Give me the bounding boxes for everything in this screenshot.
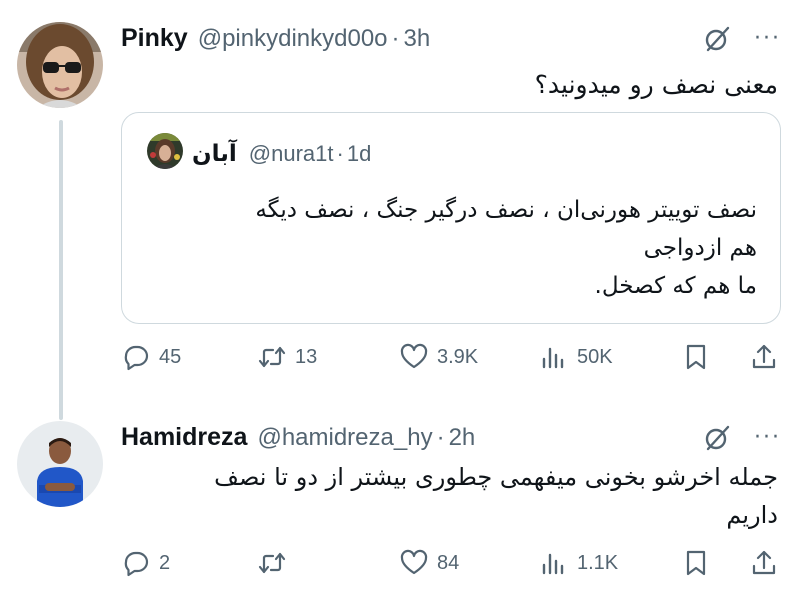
bookmark-button[interactable] [681, 543, 711, 583]
share-button[interactable] [749, 543, 779, 583]
reply-count: 45 [159, 345, 182, 368]
tweet-header: Hamidreza @hamidreza_hy · 2h [121, 422, 475, 453]
like-count: 84 [437, 551, 460, 574]
tweet-action-bar: 2 84 1.1K [121, 543, 781, 583]
quoted-avatar[interactable] [147, 133, 183, 169]
like-count: 3.9K [437, 345, 479, 368]
timestamp[interactable]: 2h [449, 423, 476, 453]
tweet-top-icons: ··· [702, 423, 781, 453]
share-icon [752, 344, 776, 369]
quoted-timestamp[interactable]: 1d [347, 141, 371, 167]
repost-icon [258, 552, 286, 574]
separator-dot: · [336, 141, 344, 166]
user-handle[interactable]: @hamidreza_hy [257, 423, 432, 453]
reply-button[interactable]: 45 [121, 337, 181, 377]
repost-button[interactable]: 13 [257, 337, 317, 377]
reply-button[interactable]: 2 [121, 543, 170, 583]
views-button[interactable]: 50K [539, 337, 613, 377]
reply-icon [124, 551, 149, 577]
views-bar-icon [542, 347, 564, 369]
views-count: 50K [577, 345, 613, 368]
tweet-header: Pinky @pinkydinkyd00o · 3h [121, 23, 430, 54]
bookmark-icon [686, 344, 706, 370]
quoted-tweet-header: آبان @nura1t · 1d [192, 141, 371, 167]
more-dots-icon[interactable]: ··· [754, 28, 781, 50]
tweet-top-icons: ··· [702, 24, 781, 54]
reply-icon [124, 345, 149, 371]
views-button[interactable]: 1.1K [539, 543, 618, 583]
repost-count: 13 [295, 345, 318, 368]
more-dots-icon[interactable]: ··· [754, 427, 781, 449]
tweet-text-line: جمله اخرشو بخونی میفهمی چطوری بیشتر از د… [214, 463, 778, 491]
heart-icon [400, 549, 428, 575]
quoted-display-name[interactable]: آبان [192, 141, 237, 167]
quoted-tweet-text: نصف تویيتر هورنی‌ان ، نصف درگیر جنگ ، نص… [137, 191, 757, 305]
bookmark-button[interactable] [681, 337, 711, 377]
user-avatar-blue-shirt-icon [17, 421, 103, 507]
thread-connector-line [59, 120, 63, 420]
tweet-text: جمله اخرشو بخونی میفهمی چطوری بیشتر از د… [118, 458, 778, 534]
bookmark-icon [686, 550, 706, 576]
avatar[interactable] [17, 22, 103, 108]
display-name[interactable]: Pinky [121, 23, 188, 53]
tweet-action-bar: 45 13 3.9K 50K [121, 337, 781, 377]
repost-button[interactable] [257, 543, 295, 583]
tweet-text-line: داریم [726, 501, 778, 529]
repost-icon [258, 346, 286, 368]
quoted-user-handle[interactable]: @nura1t [249, 141, 334, 167]
reply-count: 2 [159, 551, 171, 574]
views-bar-icon [542, 553, 564, 575]
user-avatar-sunglasses-icon [17, 22, 103, 108]
quoted-text-line: هم ازدواجی [643, 235, 757, 261]
share-button[interactable] [749, 337, 779, 377]
user-handle[interactable]: @pinkydinkyd00o [198, 24, 388, 54]
timestamp[interactable]: 3h [404, 24, 431, 54]
tweet-text: معنی نصف رو میدونید؟ [534, 70, 778, 99]
quoted-tweet-card[interactable]: آبان @nura1t · 1d نصف تویيتر هورنی‌ان ، … [121, 112, 781, 324]
display-name[interactable]: Hamidreza [121, 422, 247, 452]
like-button[interactable]: 84 [399, 543, 459, 583]
separator-dot: · [391, 25, 400, 52]
like-button[interactable]: 3.9K [399, 337, 478, 377]
quoted-text-line: ما هم که کصخل. [594, 273, 757, 299]
separator-dot: · [436, 424, 445, 451]
grok-slash-icon[interactable] [702, 24, 732, 54]
views-count: 1.1K [577, 551, 619, 574]
quoted-text-line: نصف تویيتر هورنی‌ان ، نصف درگیر جنگ ، نص… [255, 197, 757, 223]
quoted-user-avatar-icon [147, 133, 183, 169]
avatar[interactable] [17, 421, 103, 507]
grok-slash-icon[interactable] [702, 423, 732, 453]
share-icon [752, 550, 776, 575]
heart-icon [400, 343, 428, 369]
